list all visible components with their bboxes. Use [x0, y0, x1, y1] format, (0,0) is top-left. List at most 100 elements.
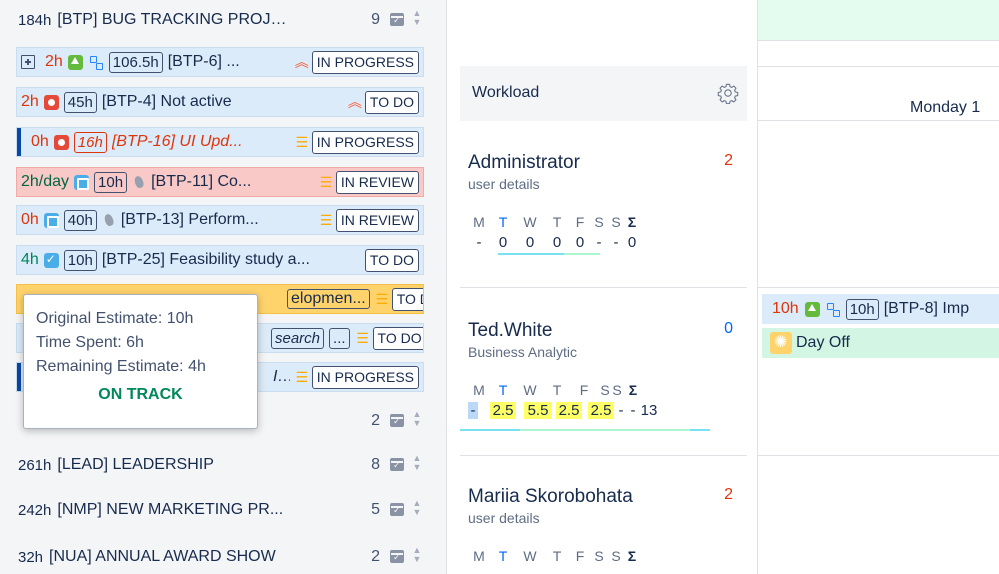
user-ted-white[interactable]: Ted.White Business Analytic 0 M T W T F …: [460, 320, 747, 440]
project-hours: 184h: [18, 11, 52, 29]
expand-icon[interactable]: [21, 55, 35, 69]
user-mariia-skorobohata[interactable]: Mariia Skorobohata user details 2 M T W …: [460, 486, 747, 574]
task-time: 2h: [45, 53, 63, 70]
calendar-check-icon[interactable]: [390, 13, 404, 26]
task-title: [BTP-13] Perform...: [120, 211, 259, 228]
task-estimate: 10h: [94, 171, 128, 193]
tooltip-status: ON TRACK: [98, 386, 183, 403]
status-badge[interactable]: TO DO: [364, 90, 419, 114]
day-label: S: [594, 548, 604, 564]
sum-label: Σ: [627, 548, 637, 564]
bug-icon: [53, 134, 69, 150]
user-role: Business Analytic: [468, 344, 577, 360]
project-row-nmp[interactable]: 242h [NMP] NEW MARKETING PR... 5 ▲▼: [8, 495, 434, 525]
weekday-header: M T W T F S S Σ: [468, 214, 640, 230]
project-row-nua[interactable]: 32h [NUA] ANNUAL AWARD SHOW 2 ▲▼: [8, 542, 434, 572]
day-value: -: [476, 234, 482, 251]
calendar-check-icon[interactable]: [390, 458, 404, 471]
priority-high-icon: ︽: [347, 94, 362, 110]
estimate-tooltip: Original Estimate: 10h Time Spent: 6h Re…: [23, 294, 258, 429]
task-row-btp-25[interactable]: 4h 10h [BTP-25] Feasibility study a... T…: [16, 245, 424, 275]
row-separator: [460, 455, 747, 456]
calendar-check-icon[interactable]: [390, 503, 404, 516]
sort-icon[interactable]: ▲ ▼: [412, 546, 422, 566]
priority-medium-icon: ☰: [319, 211, 333, 228]
selection-bar: [17, 128, 21, 156]
day-value: 0: [498, 234, 508, 251]
task-time: 0h: [31, 133, 49, 150]
task-time: 10h: [772, 300, 799, 317]
project-row-btp[interactable]: 184h [BTP] BUG TRACKING PROJE... 9 ▲▼: [8, 5, 434, 35]
status-badge[interactable]: IN REVIEW: [335, 208, 419, 232]
day-value: -: [613, 234, 619, 251]
user-name[interactable]: Ted.White: [468, 320, 552, 342]
gear-icon[interactable]: [717, 82, 739, 104]
subtasks-icon: [825, 302, 841, 317]
task-title: I...: [273, 368, 290, 385]
sun-icon: [770, 332, 792, 354]
story-icon: [804, 301, 820, 317]
day-off-entry[interactable]: Day Off: [762, 328, 999, 358]
user-name[interactable]: Administrator: [468, 152, 580, 174]
status-badge[interactable]: TO DO: [391, 287, 423, 311]
calendar-check-icon[interactable]: [390, 550, 404, 563]
calendar-check-icon[interactable]: [390, 414, 404, 427]
status-badge[interactable]: TO DO: [364, 248, 419, 272]
task-row-btp-4[interactable]: 2h 45h [BTP-4] Not active ︽ TO DO: [16, 87, 424, 117]
task-row-btp-13[interactable]: 0h 40h [BTP-13] Perform... ☰ IN REVIEW: [16, 205, 424, 235]
calendar-day-header: Monday 1: [758, 66, 999, 121]
sort-icon[interactable]: ▲ ▼: [412, 454, 422, 474]
day-label: W: [523, 214, 537, 230]
sort-icon[interactable]: ▲ ▼: [412, 410, 422, 430]
status-badge[interactable]: IN REVIEW: [335, 170, 419, 194]
user-task-count: 2: [724, 486, 733, 503]
user-details-link[interactable]: user details: [468, 176, 540, 192]
project-hours: 242h: [18, 501, 52, 519]
project-task-count: 2: [371, 412, 380, 429]
day-label: T: [498, 214, 508, 230]
day-label: T: [498, 382, 508, 398]
checkbox-icon: [43, 252, 59, 268]
task-title: ...: [329, 327, 350, 349]
project-row-lead[interactable]: 261h [LEAD] LEADERSHIP 8 ▲▼: [8, 450, 434, 480]
capacity-line: [520, 429, 690, 431]
calendar-task-btp-8[interactable]: 10h 10h [BTP-8] Imp: [762, 294, 999, 324]
user-administrator[interactable]: Administrator user details 2 M T W T F S…: [460, 152, 747, 272]
project-hours: 261h: [18, 456, 52, 474]
sort-icon[interactable]: ▲ ▼: [412, 9, 422, 29]
sum-value: 0: [627, 234, 637, 251]
day-value: 0: [552, 234, 562, 251]
task-row-btp-6[interactable]: 2h 106.5h [BTP-6] ... ︽ IN PROGRESS: [16, 47, 424, 77]
row-separator: [758, 287, 999, 288]
day-label: S: [612, 382, 622, 398]
day-label: F: [579, 382, 589, 398]
selection-bar: [17, 363, 21, 391]
task-row-btp-16[interactable]: 0h 16h [BTP-16] UI Upd... ☰ IN PROGRESS: [16, 127, 424, 157]
priority-medium-icon: ☰: [375, 290, 388, 307]
sort-icon[interactable]: ▲ ▼: [412, 499, 422, 519]
sum-label: Σ: [627, 214, 637, 230]
status-badge[interactable]: IN PROGRESS: [311, 50, 419, 74]
day-value: -: [468, 402, 478, 419]
day-value: 2.5: [556, 402, 582, 419]
project-hours: 32h: [18, 548, 44, 566]
task-estimate: search: [271, 327, 325, 349]
day-value: 5.5: [524, 402, 552, 419]
task-row-btp-11[interactable]: 2h/day 10h [BTP-11] Co... ☰ IN REVIEW: [16, 167, 424, 197]
task-estimate: 10h: [845, 298, 879, 320]
epic-link-icon: [102, 213, 116, 228]
project-name: [BTP] BUG TRACKING PROJE...: [57, 11, 288, 28]
status-badge[interactable]: IN PROGRESS: [311, 365, 419, 389]
status-badge[interactable]: TO DO: [372, 326, 423, 350]
workload-values: - 0 0 0 0 - - 0: [468, 234, 640, 251]
user-details-link[interactable]: user details: [468, 510, 540, 526]
task-time: 2h/day: [21, 173, 70, 190]
day-label: F: [575, 548, 585, 564]
status-badge[interactable]: IN PROGRESS: [311, 130, 419, 154]
day-off-label: Day Off: [796, 334, 850, 351]
task-estimate: 16h: [73, 131, 107, 153]
project-task-count: 5: [371, 501, 380, 518]
user-name[interactable]: Mariia Skorobohata: [468, 486, 633, 508]
tooltip-original-estimate: Original Estimate: 10h: [36, 310, 194, 327]
day-label: T: [498, 548, 508, 564]
